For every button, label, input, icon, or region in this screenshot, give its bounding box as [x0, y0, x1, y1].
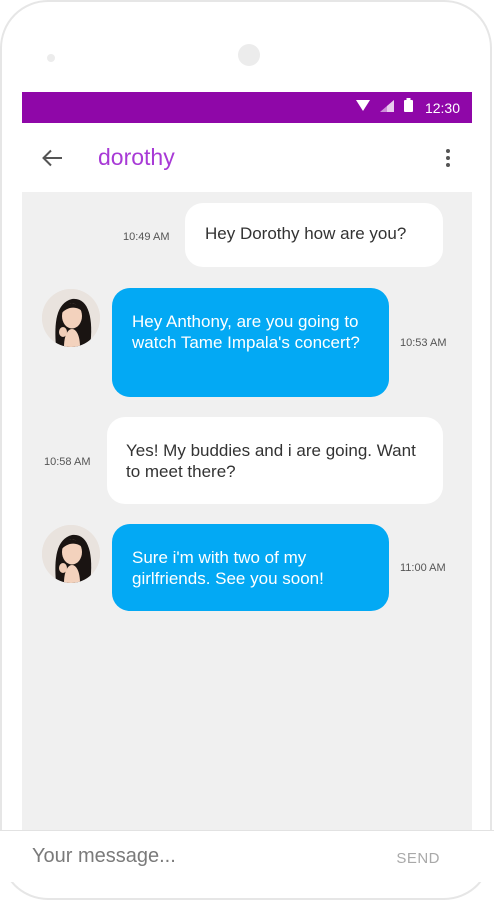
message-bubble-incoming[interactable]: Sure i'm with two of my girlfriends. See…	[112, 524, 389, 611]
message-bubble-outgoing[interactable]: Yes! My buddies and i are going. Want to…	[107, 417, 443, 504]
message-time: 10:58 AM	[44, 456, 91, 468]
message-composer: SEND	[0, 830, 494, 882]
message-input[interactable]	[32, 839, 332, 873]
arrow-left-icon	[42, 149, 62, 167]
message-time: 10:53 AM	[400, 337, 447, 349]
message-text: Hey Anthony, are you going to watch Tame…	[132, 312, 360, 352]
message-text: Yes! My buddies and i are going. Want to…	[126, 441, 416, 481]
message-text: Sure i'm with two of my girlfriends. See…	[132, 548, 324, 588]
chat-screen: 12:30 dorothy 10:49 AM Hey Dorothy how a…	[22, 92, 472, 881]
status-bar: 12:30	[22, 92, 472, 123]
app-bar: dorothy	[22, 123, 472, 192]
proximity-sensor	[47, 54, 55, 62]
contact-avatar[interactable]	[42, 525, 100, 583]
battery-icon	[403, 98, 413, 117]
more-vert-icon[interactable]	[438, 143, 458, 173]
signal-icon	[379, 99, 394, 117]
front-camera	[238, 44, 260, 66]
message-time: 11:00 AM	[400, 562, 446, 574]
message-time: 10:49 AM	[123, 231, 170, 243]
message-bubble-outgoing[interactable]: Hey Dorothy how are you?	[185, 203, 443, 267]
back-button[interactable]	[38, 144, 66, 172]
contact-avatar[interactable]	[42, 289, 100, 347]
contact-name[interactable]: dorothy	[98, 141, 175, 173]
send-button[interactable]: SEND	[396, 850, 440, 867]
status-time: 12:30	[424, 99, 460, 116]
wifi-icon	[355, 99, 370, 117]
message-text: Hey Dorothy how are you?	[205, 224, 407, 243]
message-bubble-incoming[interactable]: Hey Anthony, are you going to watch Tame…	[112, 288, 389, 397]
